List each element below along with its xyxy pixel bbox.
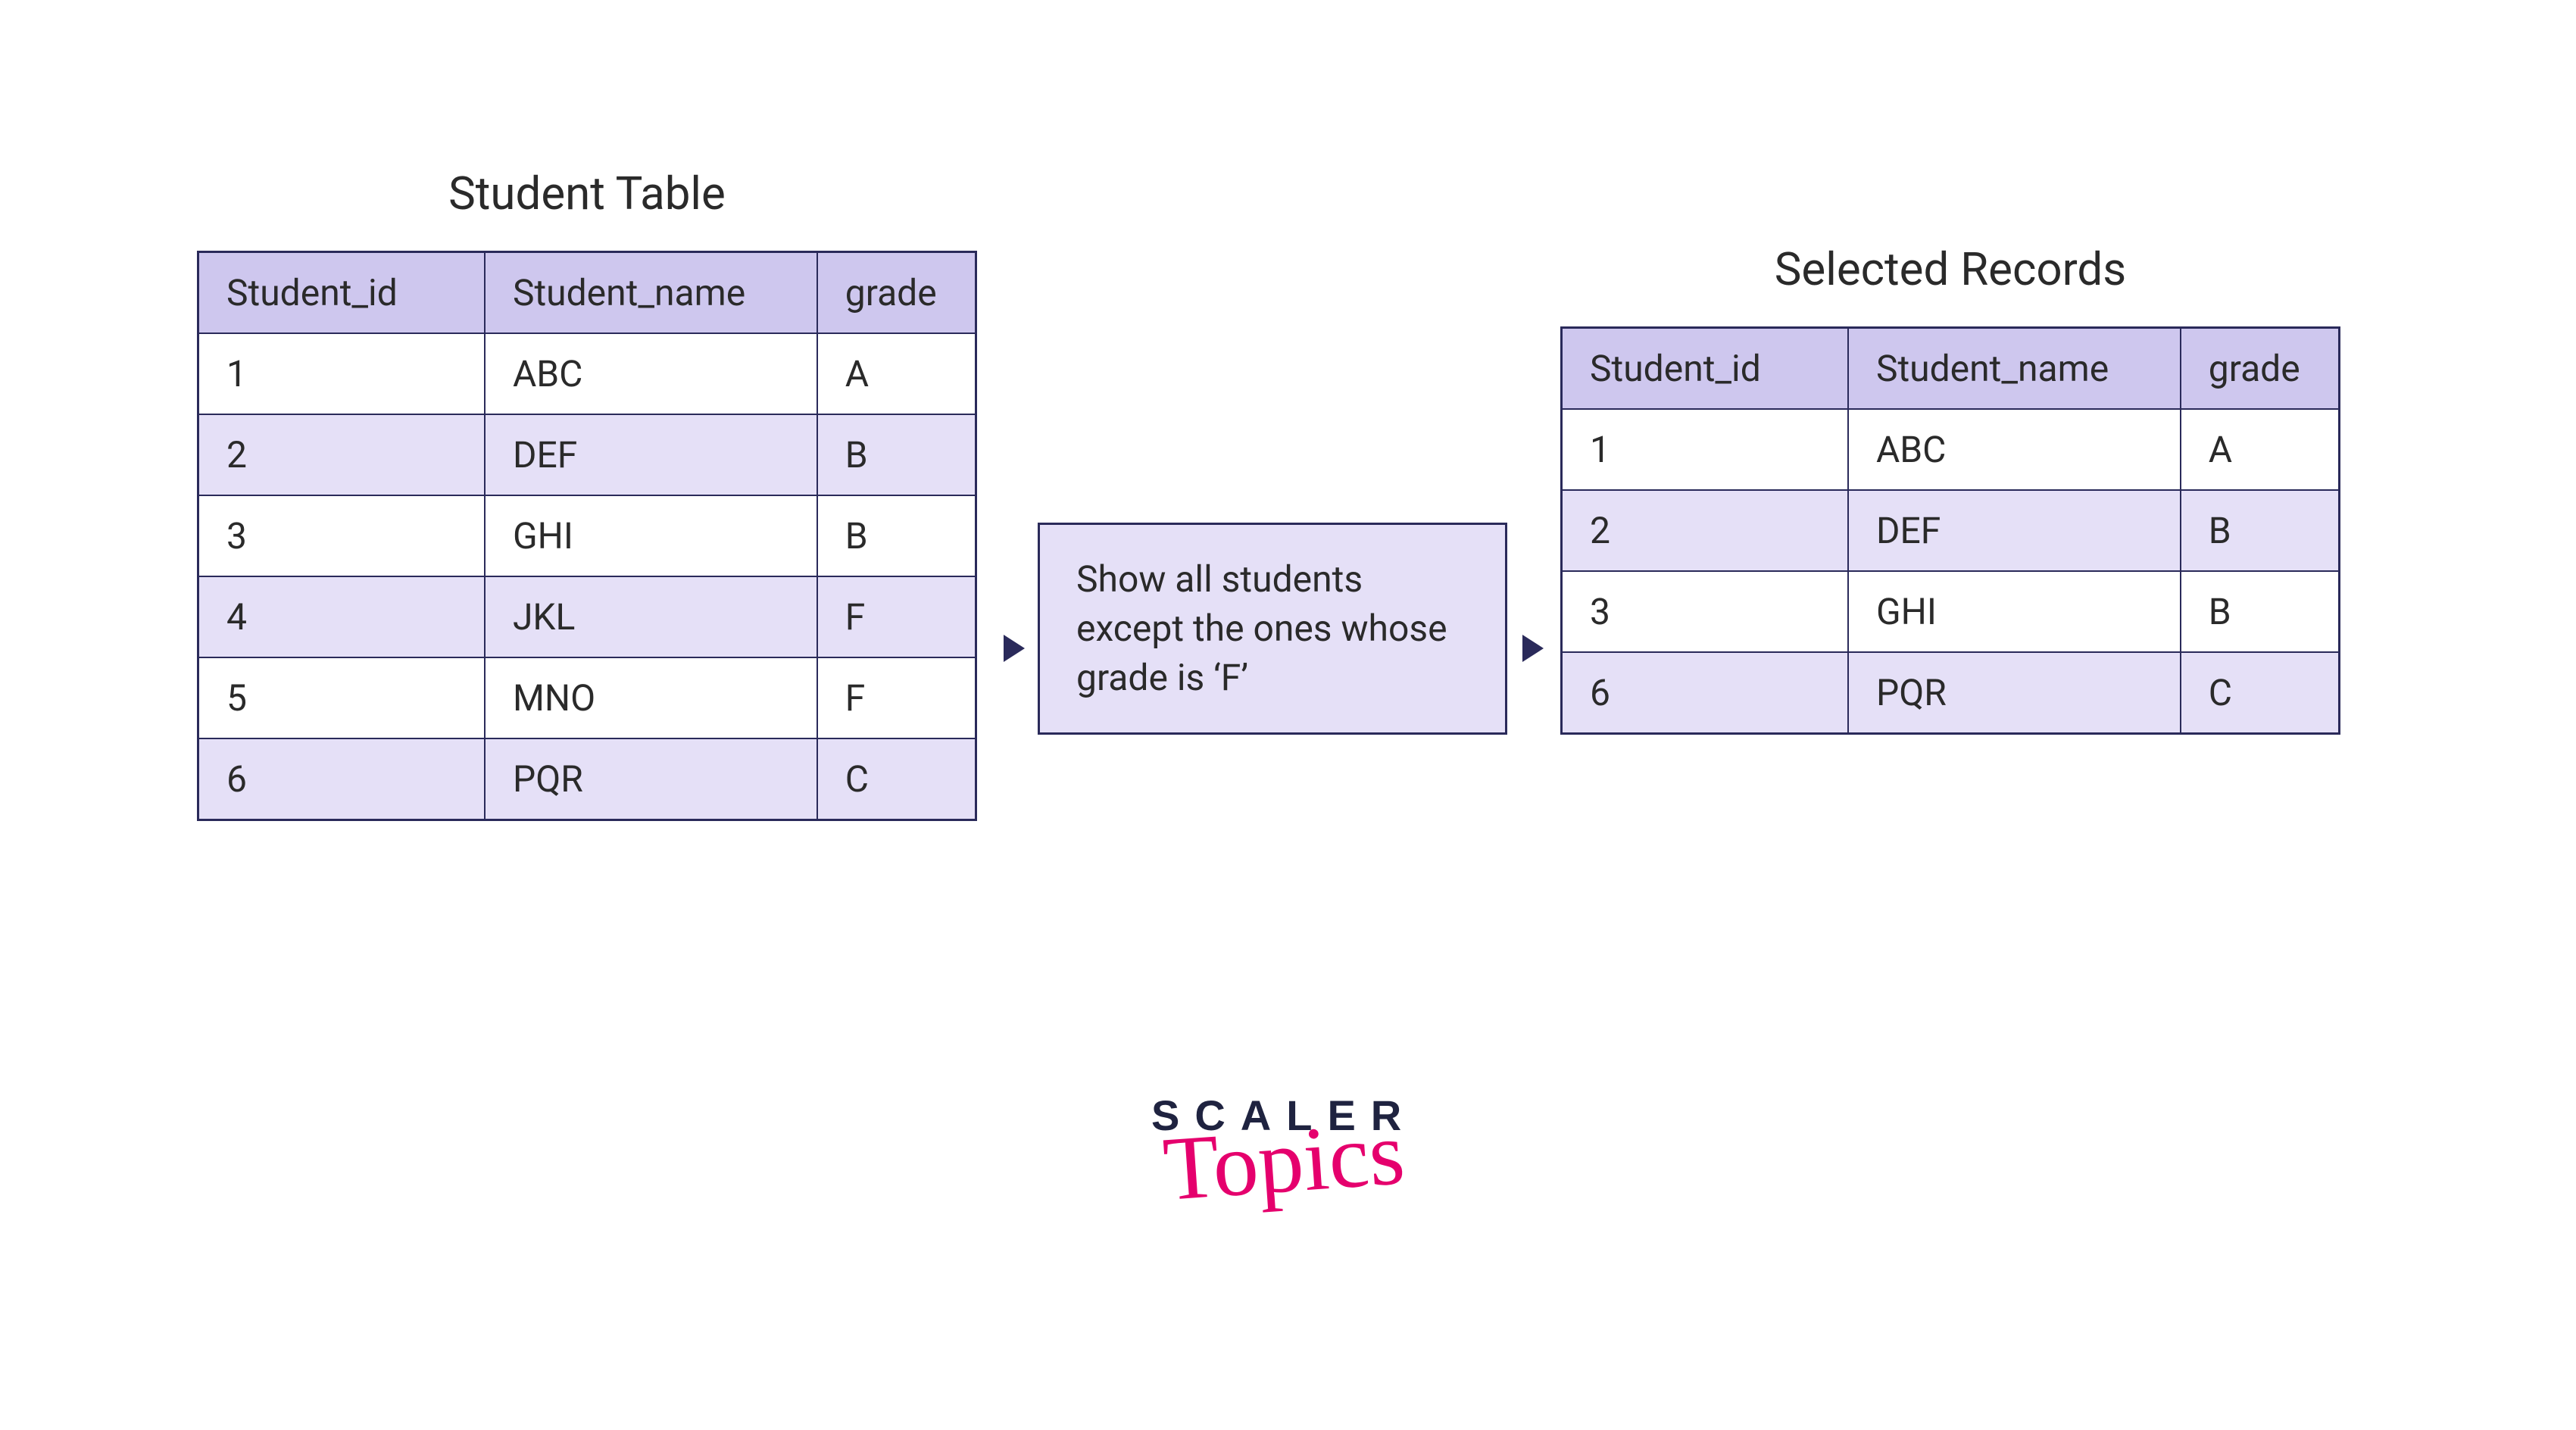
cell-grade: F bbox=[817, 657, 976, 738]
selected-records-table: Student_id Student_name grade 1 ABC A 2 … bbox=[1560, 326, 2340, 735]
cell-student-name: ABC bbox=[485, 333, 817, 414]
cell-grade: A bbox=[2181, 409, 2340, 490]
col-header-student-id: Student_id bbox=[1562, 328, 1848, 410]
table-row: 1 ABC A bbox=[1562, 409, 2340, 490]
cell-student-id: 1 bbox=[198, 333, 485, 414]
diagram-canvas: Student Table Student_id Student_name gr… bbox=[0, 0, 2576, 1430]
col-header-grade: grade bbox=[817, 252, 976, 334]
cell-grade: A bbox=[817, 333, 976, 414]
cell-student-id: 2 bbox=[1562, 490, 1848, 571]
student-table: Student_id Student_name grade 1 ABC A 2 … bbox=[197, 251, 977, 821]
selected-records-title: Selected Records bbox=[1560, 242, 2340, 296]
cell-student-name: JKL bbox=[485, 576, 817, 657]
cell-student-id: 4 bbox=[198, 576, 485, 657]
arrow-right-icon bbox=[1522, 635, 1544, 662]
col-header-student-id: Student_id bbox=[198, 252, 485, 334]
table-row: 6 PQR C bbox=[1562, 652, 2340, 734]
cell-student-id: 3 bbox=[198, 495, 485, 576]
cell-student-name: DEF bbox=[485, 414, 817, 495]
cell-student-id: 6 bbox=[1562, 652, 1848, 734]
cell-grade: B bbox=[2181, 571, 2340, 652]
cell-student-name: DEF bbox=[1848, 490, 2181, 571]
table-row: 3 GHI B bbox=[198, 495, 976, 576]
arrow-right-icon bbox=[1004, 635, 1025, 662]
table-header-row: Student_id Student_name grade bbox=[1562, 328, 2340, 410]
cell-student-name: GHI bbox=[485, 495, 817, 576]
col-header-student-name: Student_name bbox=[485, 252, 817, 334]
logo-line-2: Topics bbox=[1161, 1116, 1407, 1206]
student-table-block: Student Table Student_id Student_name gr… bbox=[197, 167, 977, 821]
cell-student-name: PQR bbox=[1848, 652, 2181, 734]
cell-grade: C bbox=[2181, 652, 2340, 734]
cell-grade: F bbox=[817, 576, 976, 657]
cell-student-id: 1 bbox=[1562, 409, 1848, 490]
cell-grade: C bbox=[817, 738, 976, 820]
cell-grade: B bbox=[817, 414, 976, 495]
cell-student-id: 5 bbox=[198, 657, 485, 738]
cell-student-name: PQR bbox=[485, 738, 817, 820]
cell-grade: B bbox=[2181, 490, 2340, 571]
cell-student-name: ABC bbox=[1848, 409, 2181, 490]
selected-records-block: Selected Records Student_id Student_name… bbox=[1560, 242, 2340, 735]
table-row: 1 ABC A bbox=[198, 333, 976, 414]
table-row: 3 GHI B bbox=[1562, 571, 2340, 652]
col-header-grade: grade bbox=[2181, 328, 2340, 410]
cell-student-id: 3 bbox=[1562, 571, 1848, 652]
cell-student-id: 2 bbox=[198, 414, 485, 495]
cell-student-name: GHI bbox=[1848, 571, 2181, 652]
student-table-title: Student Table bbox=[197, 167, 977, 220]
col-header-student-name: Student_name bbox=[1848, 328, 2181, 410]
cell-student-id: 6 bbox=[198, 738, 485, 820]
table-row: 4 JKL F bbox=[198, 576, 976, 657]
table-row: 5 MNO F bbox=[198, 657, 976, 738]
filter-operation-box: Show all students except the ones whose … bbox=[1038, 523, 1507, 735]
table-row: 2 DEF B bbox=[198, 414, 976, 495]
table-row: 2 DEF B bbox=[1562, 490, 2340, 571]
table-header-row: Student_id Student_name grade bbox=[198, 252, 976, 334]
table-row: 6 PQR C bbox=[198, 738, 976, 820]
filter-operation-text: Show all students except the ones whose … bbox=[1076, 557, 1447, 699]
scaler-topics-logo: SCALER Topics bbox=[1151, 1091, 1416, 1197]
cell-student-name: MNO bbox=[485, 657, 817, 738]
cell-grade: B bbox=[817, 495, 976, 576]
